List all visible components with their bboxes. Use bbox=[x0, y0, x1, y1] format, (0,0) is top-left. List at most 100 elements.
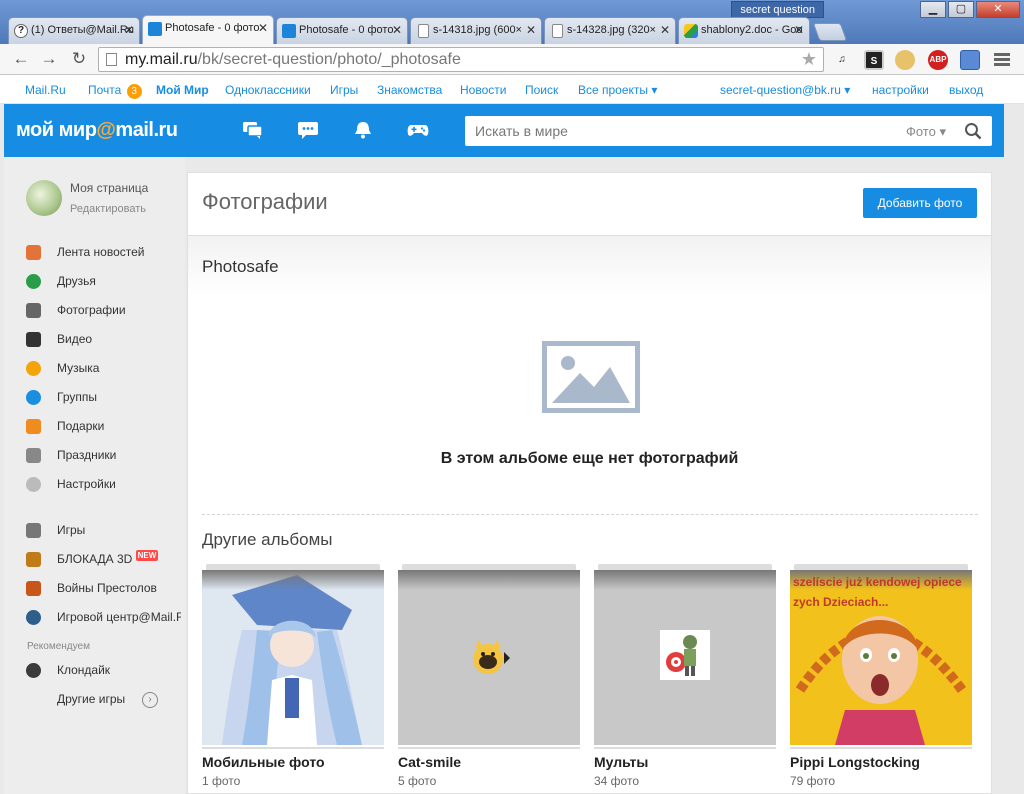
address-bar[interactable]: my.mail.ru/bk/secret-question/photo/_pho… bbox=[98, 47, 824, 72]
sidebar-item-news-feed[interactable]: Лента новостей bbox=[26, 242, 181, 262]
site-header: мой мир@mail.ru Фото ▾ bbox=[4, 104, 1004, 157]
chat-icon[interactable] bbox=[297, 121, 319, 139]
recommended-heading: Рекомендуем bbox=[27, 641, 90, 652]
browser-tab[interactable]: s-14318.jpg (600× ✕ bbox=[410, 17, 542, 44]
sidebar-item-photos[interactable]: Фотографии bbox=[26, 300, 181, 320]
portal-link-settings[interactable]: настройки bbox=[872, 83, 929, 97]
album-card[interactable]: szelíscie już kendowej opiece zych Dziec… bbox=[790, 564, 972, 794]
sidebar-item-klondike[interactable]: Клондайк bbox=[26, 660, 181, 680]
gear-icon bbox=[26, 477, 41, 492]
portal-link-news[interactable]: Новости bbox=[460, 83, 506, 97]
close-tab-icon[interactable]: ✕ bbox=[124, 18, 134, 43]
browser-tab[interactable]: Photosafe - 0 фото ✕ bbox=[276, 17, 408, 44]
tab-title: Photosafe - 0 фото bbox=[165, 22, 260, 34]
close-tab-icon[interactable]: ✕ bbox=[660, 18, 670, 43]
s-extension-icon[interactable]: S bbox=[864, 50, 884, 70]
reload-button[interactable]: ↻ bbox=[68, 48, 90, 70]
sidebar-item-label: Лента новостей bbox=[57, 245, 145, 259]
close-tab-icon[interactable]: ✕ bbox=[258, 16, 268, 41]
forward-button[interactable]: → bbox=[38, 48, 60, 70]
back-button[interactable]: ← bbox=[10, 48, 32, 70]
album-card[interactable]: Cat-smile 5 фото bbox=[398, 564, 580, 794]
tab-title: s-14318.jpg (600× bbox=[433, 24, 522, 36]
logo-at-sign: @ bbox=[96, 119, 116, 141]
mail-count-badge: 3 bbox=[126, 84, 142, 99]
search-icon[interactable] bbox=[964, 122, 982, 140]
album-thumbnail[interactable] bbox=[594, 570, 776, 745]
sidebar-item-holidays[interactable]: Праздники bbox=[26, 445, 181, 465]
music-extension-icon[interactable]: ♫ bbox=[832, 50, 852, 70]
sidebar-item-game-center[interactable]: Игровой центр@Mail.Ru bbox=[26, 607, 181, 627]
new-tab-button[interactable] bbox=[812, 23, 848, 41]
album-name[interactable]: Мобильные фото bbox=[202, 754, 325, 770]
games-gamepad-icon[interactable] bbox=[407, 121, 429, 139]
translate-extension-icon[interactable] bbox=[895, 50, 915, 70]
sidebar-item-thrones[interactable]: Войны Престолов bbox=[26, 578, 181, 598]
sidebar-item-label: Фотографии bbox=[57, 303, 126, 317]
keyboard-extension-icon[interactable] bbox=[960, 50, 980, 70]
browser-tab-active[interactable]: Photosafe - 0 фото ✕ bbox=[142, 15, 274, 44]
portal-link-mailru[interactable]: Mail.Ru bbox=[25, 83, 66, 97]
sidebar-item-groups[interactable]: Группы bbox=[26, 387, 181, 407]
album-underline bbox=[202, 747, 384, 749]
portal-bar: Mail.Ru Почта 3 Мой Мир Одноклассники Иг… bbox=[0, 75, 1024, 104]
moimir-logo[interactable]: мой мир@mail.ru bbox=[16, 119, 178, 142]
sidebar-item-friends[interactable]: Друзья bbox=[26, 271, 181, 291]
chevron-right-icon[interactable]: › bbox=[142, 692, 158, 708]
portal-link-search[interactable]: Поиск bbox=[525, 83, 558, 97]
album-thumbnail[interactable]: szelíscie już kendowej opiece zych Dziec… bbox=[790, 570, 972, 745]
account-email-dropdown[interactable]: secret-question@bk.ru ▾ bbox=[720, 83, 850, 97]
portal-link-dating[interactable]: Знакомства bbox=[377, 83, 442, 97]
portal-link-mail[interactable]: Почта 3 bbox=[88, 83, 142, 99]
portal-all-projects-dropdown[interactable]: Все проекты ▾ bbox=[578, 83, 657, 97]
my-page-link[interactable]: Моя страница bbox=[70, 181, 148, 195]
klondike-icon bbox=[26, 663, 41, 678]
sidebar-item-settings[interactable]: Настройки bbox=[26, 474, 181, 494]
close-tab-icon[interactable]: ✕ bbox=[794, 18, 804, 43]
close-tab-icon[interactable]: ✕ bbox=[392, 18, 402, 43]
album-photo-count: 5 фото bbox=[398, 774, 437, 788]
portal-link-moimir[interactable]: Мой Мир bbox=[156, 83, 209, 97]
messages-icon[interactable] bbox=[242, 121, 264, 139]
close-window-button[interactable]: ✕ bbox=[976, 1, 1020, 18]
edit-profile-link[interactable]: Редактировать bbox=[70, 203, 146, 215]
sidebar-item-music[interactable]: Музыка bbox=[26, 358, 181, 378]
bookmark-star-icon[interactable]: ★ bbox=[801, 48, 817, 71]
game-center-icon bbox=[26, 610, 41, 625]
sidebar-item-gifts[interactable]: Подарки bbox=[26, 416, 181, 436]
album-name[interactable]: Pippi Longstocking bbox=[790, 754, 920, 770]
add-photo-button[interactable]: Добавить фото bbox=[863, 188, 977, 218]
notifications-bell-icon[interactable] bbox=[352, 121, 374, 139]
portal-link-games[interactable]: Игры bbox=[330, 83, 358, 97]
album-card[interactable]: Мобильные фото 1 фото bbox=[202, 564, 384, 794]
sidebar-item-label: Видео bbox=[57, 332, 93, 346]
left-sidebar: Моя страница Редактировать Лента новосте… bbox=[4, 157, 185, 794]
browser-tab[interactable]: s-14328.jpg (320× ✕ bbox=[544, 17, 676, 44]
sidebar-item-games[interactable]: Игры bbox=[26, 520, 181, 540]
album-thumbnail[interactable] bbox=[398, 570, 580, 745]
avatar[interactable] bbox=[26, 180, 62, 216]
album-underline bbox=[398, 747, 580, 749]
album-photo-count: 34 фото bbox=[594, 774, 639, 788]
album-thumbnail[interactable] bbox=[202, 570, 384, 745]
mail-link-label: Почта bbox=[88, 83, 122, 97]
tab-title: shablony2.doc - Goo bbox=[701, 24, 803, 36]
search-scope-dropdown[interactable]: Фото ▾ bbox=[906, 124, 946, 140]
search-input[interactable] bbox=[465, 116, 885, 146]
portal-link-ok[interactable]: Одноклассники bbox=[225, 83, 311, 97]
adblock-icon[interactable]: ABP bbox=[928, 50, 948, 70]
album-name[interactable]: Cat-smile bbox=[398, 754, 461, 770]
maximize-button[interactable]: ▢ bbox=[948, 1, 974, 18]
portal-link-logout[interactable]: выход bbox=[949, 83, 983, 97]
album-name[interactable]: Мульты bbox=[594, 754, 648, 770]
browser-tab[interactable]: shablony2.doc - Goo ✕ bbox=[678, 17, 810, 44]
album-card[interactable]: Мульты 34 фото bbox=[594, 564, 776, 794]
sidebar-item-video[interactable]: Видео bbox=[26, 329, 181, 349]
browser-toolbar: ← → ↻ my.mail.ru/bk/secret-question/phot… bbox=[0, 44, 1024, 75]
minimize-button[interactable]: ▁ bbox=[920, 1, 946, 18]
browser-tab[interactable]: ? (1) Ответы@Mail.Ru ✕ bbox=[8, 17, 140, 44]
sidebar-item-blockade[interactable]: БЛОКАДА 3D NEW bbox=[26, 549, 181, 569]
close-tab-icon[interactable]: ✕ bbox=[526, 18, 536, 43]
browser-menu-icon[interactable] bbox=[994, 53, 1010, 68]
cartoon-image bbox=[660, 630, 710, 680]
